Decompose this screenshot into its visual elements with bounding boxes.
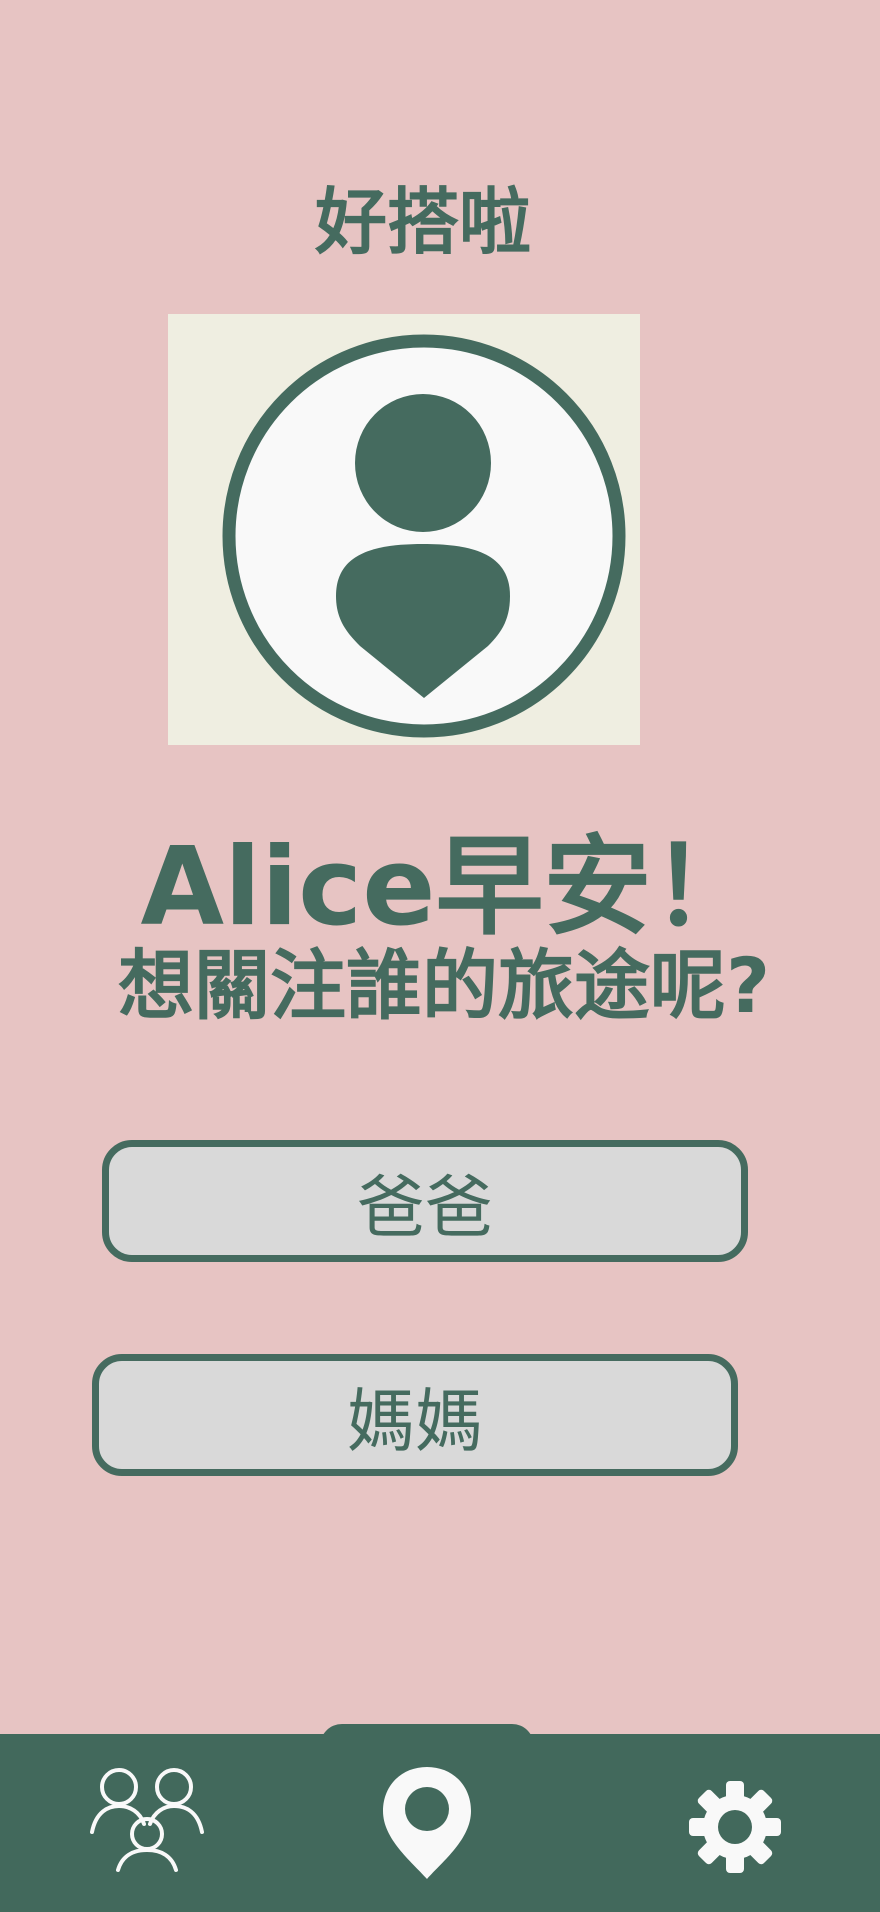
greeting-text: Alice早安！	[140, 825, 760, 950]
mom-button[interactable]: 媽媽	[92, 1354, 738, 1476]
gear-icon	[689, 1781, 781, 1873]
app-title: 好搭啦	[314, 180, 531, 264]
follow-question: 想關注誰的旅途呢?	[117, 941, 771, 1030]
nav-family-tab[interactable]	[86, 1762, 210, 1874]
nav-location-tab[interactable]	[372, 1756, 482, 1890]
avatar	[168, 314, 640, 745]
dad-button[interactable]: 爸爸	[102, 1140, 748, 1262]
nav-settings-tab[interactable]	[680, 1772, 790, 1882]
user-avatar-icon	[222, 334, 626, 738]
location-pin-icon	[383, 1767, 471, 1879]
family-group-icon	[90, 1768, 204, 1872]
